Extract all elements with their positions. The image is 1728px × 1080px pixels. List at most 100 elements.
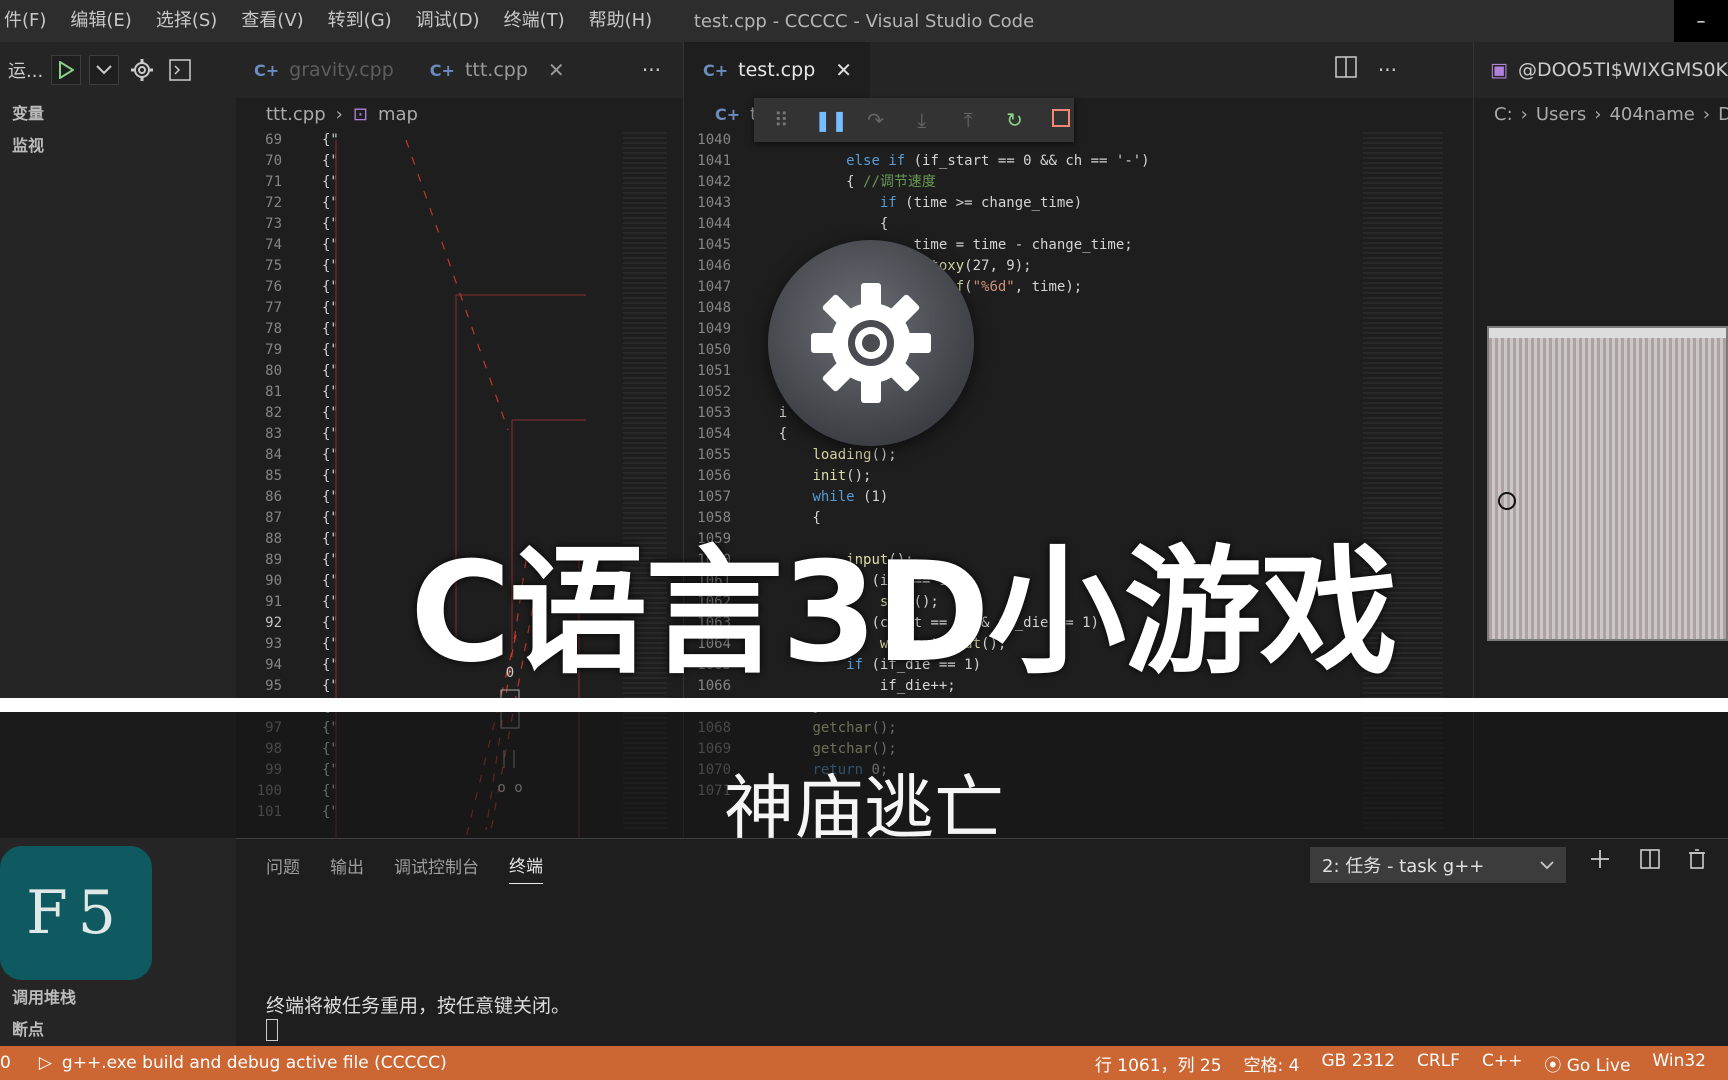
status-bar: 0 ▷ g++.exe build and debug active file …: [0, 1046, 1728, 1080]
grip-icon[interactable]: ⠿: [768, 108, 794, 132]
line-number[interactable]: 1046: [685, 256, 731, 277]
step-out-icon[interactable]: ⤒: [955, 108, 981, 132]
code-text[interactable]: {: [731, 214, 888, 235]
tab-ttt-cpp[interactable]: C+ ttt.cpp ✕: [412, 42, 583, 98]
step-over-icon[interactable]: ↷: [862, 108, 888, 132]
code-text[interactable]: { //调节速度: [731, 172, 936, 193]
code-line[interactable]: 1045 time = time - change_time;: [685, 235, 1473, 256]
line-number[interactable]: 1048: [685, 298, 731, 319]
tab-test-cpp[interactable]: C+ test.cpp ✕: [685, 42, 871, 98]
menu-edit[interactable]: 编辑(E): [58, 0, 143, 42]
line-number[interactable]: 1050: [685, 340, 731, 361]
status-eol[interactable]: CRLF: [1417, 1051, 1460, 1076]
chevron-right-icon: ›: [1520, 103, 1528, 125]
menu-file[interactable]: 件(F): [0, 0, 58, 42]
line-number[interactable]: 1040: [685, 130, 731, 151]
new-terminal-button[interactable]: [1590, 849, 1610, 875]
code-line[interactable]: 1055 loading();: [685, 445, 1473, 466]
line-number[interactable]: 1056: [685, 466, 731, 487]
call-stack-section-header[interactable]: 调用堆栈: [0, 982, 236, 1014]
menu-selection[interactable]: 选择(S): [144, 0, 229, 42]
config-dropdown-button[interactable]: [89, 55, 120, 85]
split-editor-button[interactable]: [1335, 56, 1357, 82]
menu-help[interactable]: 帮助(H): [577, 0, 665, 42]
breadcrumb-folder[interactable]: De: [1718, 104, 1728, 125]
status-count[interactable]: 0: [0, 1053, 11, 1073]
code-text[interactable]: else if (if_start == 0 && ch == '-'): [731, 151, 1149, 172]
code-text[interactable]: loading();: [731, 445, 896, 466]
code-text[interactable]: [731, 130, 745, 151]
menu-debug[interactable]: 调试(D): [404, 0, 492, 42]
line-number[interactable]: 1049: [685, 319, 731, 340]
line-number[interactable]: 1042: [685, 172, 731, 193]
kill-terminal-button[interactable]: [1688, 849, 1706, 875]
breadcrumb-symbol[interactable]: map: [378, 104, 418, 125]
variables-section-header[interactable]: 变量: [0, 98, 236, 130]
code-text[interactable]: if (time >= change_time): [731, 193, 1082, 214]
close-icon[interactable]: ✕: [835, 58, 852, 82]
code-line[interactable]: 1043 if (time >= change_time): [685, 193, 1473, 214]
start-debugging-button[interactable]: [51, 55, 82, 85]
status-encoding[interactable]: GB 2312: [1322, 1051, 1396, 1076]
tab-gravity-cpp[interactable]: C+ gravity.cpp: [236, 42, 412, 98]
tab-console-window[interactable]: ▣ @DOO5TI$WIXGMS0KSI: [1474, 42, 1728, 98]
tab-output[interactable]: 输出: [330, 847, 364, 884]
code-line[interactable]: 1042 { //调节速度: [685, 172, 1473, 193]
line-number[interactable]: 1044: [685, 214, 731, 235]
split-terminal-button[interactable]: [1640, 849, 1660, 875]
tab-terminal[interactable]: 终端: [509, 846, 543, 884]
code-line[interactable]: 1054 {: [685, 424, 1473, 445]
step-into-icon[interactable]: ⤓: [909, 108, 935, 132]
status-platform[interactable]: Win32: [1652, 1051, 1706, 1076]
restart-icon[interactable]: ↻: [1001, 108, 1027, 132]
close-icon[interactable]: ✕: [548, 58, 565, 82]
code-text[interactable]: [731, 298, 745, 319]
line-number[interactable]: 1052: [685, 382, 731, 403]
breadcrumb-folder[interactable]: 404name: [1609, 104, 1694, 125]
stop-icon[interactable]: [1048, 108, 1074, 132]
code-text[interactable]: {: [731, 424, 787, 445]
line-number[interactable]: 1053: [685, 403, 731, 424]
more-actions-button[interactable]: ···: [1378, 58, 1397, 82]
code-text[interactable]: [731, 319, 745, 340]
status-language[interactable]: C++: [1482, 1051, 1522, 1076]
code-text[interactable]: time = time - change_time;: [731, 235, 1133, 256]
line-number[interactable]: 1047: [685, 277, 731, 298]
debug-console-button[interactable]: [165, 55, 195, 85]
line-number[interactable]: 1045: [685, 235, 731, 256]
breadcrumb-folder[interactable]: Users: [1536, 104, 1586, 125]
code-line[interactable]: 1056 init();: [685, 466, 1473, 487]
minimize-button[interactable]: –: [1674, 0, 1728, 42]
tab-debug-console[interactable]: 调试控制台: [394, 847, 479, 884]
status-indentation[interactable]: 空格: 4: [1244, 1051, 1300, 1076]
pause-icon[interactable]: ❚❚: [814, 108, 848, 132]
breadcrumb-drive[interactable]: C:: [1494, 104, 1513, 125]
terminal-select[interactable]: 2: 任务 - task g++: [1310, 847, 1566, 883]
line-number[interactable]: 1041: [685, 151, 731, 172]
more-actions-button[interactable]: ···: [642, 58, 661, 82]
status-go-live[interactable]: ⦿ Go Live: [1544, 1051, 1630, 1076]
terminal-cursor[interactable]: [266, 1019, 278, 1041]
breakpoints-section-header[interactable]: 断点: [0, 1014, 236, 1046]
code-text[interactable]: init();: [731, 466, 871, 487]
menu-go[interactable]: 转到(G): [316, 0, 404, 42]
open-launch-json-button[interactable]: [127, 55, 157, 85]
code-text[interactable]: [731, 382, 745, 403]
watch-section-header[interactable]: 监视: [0, 130, 236, 162]
code-line[interactable]: 1041 else if (if_start == 0 && ch == '-'…: [685, 151, 1473, 172]
code-line[interactable]: 1044 {: [685, 214, 1473, 235]
code-text[interactable]: i: [731, 403, 787, 424]
menu-view[interactable]: 查看(V): [229, 0, 315, 42]
breadcrumb-file[interactable]: ttt.cpp: [266, 104, 326, 125]
menu-terminal[interactable]: 终端(T): [492, 0, 577, 42]
status-launch-config[interactable]: g++.exe build and debug active file (CCC…: [62, 1053, 447, 1073]
line-number[interactable]: 1051: [685, 361, 731, 382]
line-number[interactable]: 1055: [685, 445, 731, 466]
code-text[interactable]: [731, 361, 745, 382]
line-number[interactable]: 1043: [685, 193, 731, 214]
run-config-label[interactable]: 运...: [8, 57, 43, 83]
code-text[interactable]: [731, 340, 745, 361]
tab-problems[interactable]: 问题: [266, 847, 300, 884]
line-number[interactable]: 1054: [685, 424, 731, 445]
status-cursor-position[interactable]: 行 1061，列 25: [1095, 1051, 1222, 1076]
